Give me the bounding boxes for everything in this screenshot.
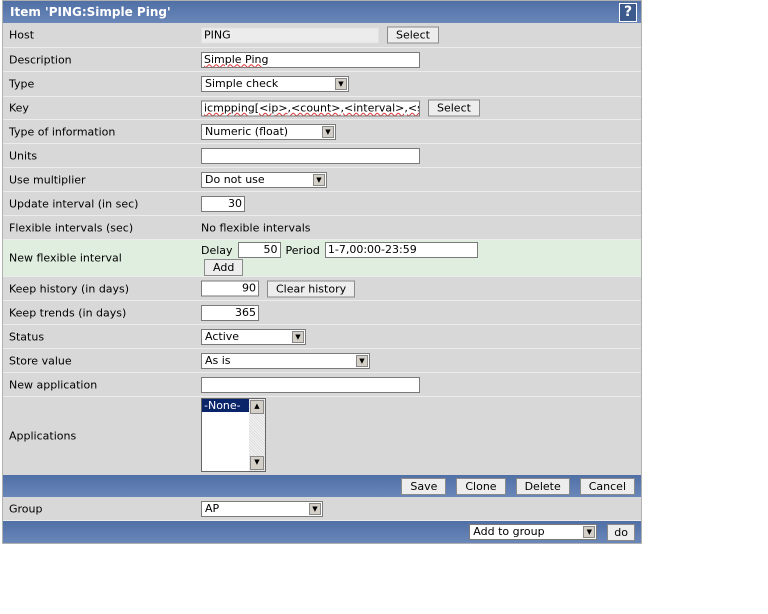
type-of-information-select[interactable]: Numeric (float) ▼ [201, 123, 336, 140]
group-action-select[interactable]: Add to group ▼ [469, 524, 598, 540]
row-key: Key icmpping[<ip>,<count>,<interval>,<si… [3, 97, 641, 120]
status-value: Active [205, 329, 240, 343]
group-label: Group [9, 502, 43, 515]
clear-history-button[interactable]: Clear history [267, 280, 356, 297]
type-label: Type [9, 77, 35, 91]
group-value: AP [205, 501, 220, 515]
clone-button[interactable]: Clone [456, 478, 506, 495]
save-button[interactable]: Save [401, 478, 447, 495]
use-multiplier-select[interactable]: Do not use ▼ [201, 171, 327, 188]
keep-trends-input[interactable]: 365 [201, 304, 259, 321]
delay-input[interactable]: 50 [237, 242, 281, 258]
do-button[interactable]: do [607, 524, 635, 541]
cancel-button[interactable]: Cancel [579, 478, 635, 495]
type-value: Simple check [205, 77, 279, 90]
row-status: Status Active ▼ [3, 325, 641, 349]
chevron-down-icon: ▼ [309, 502, 321, 515]
applications-label: Applications [9, 429, 77, 443]
host-select-button[interactable]: Select [387, 26, 439, 44]
store-value-label: Store value [9, 354, 72, 367]
chevron-down-icon: ▼ [313, 173, 325, 186]
store-value-value: As is [205, 353, 231, 367]
new-application-label: New application [9, 378, 98, 391]
form-header: Item 'PING:Simple Ping' ? [3, 1, 641, 23]
row-host: Host PING Select [3, 23, 641, 48]
type-select[interactable]: Simple check ▼ [201, 76, 349, 92]
chevron-down-icon: ▼ [356, 354, 368, 367]
key-label: Key [9, 101, 29, 115]
row-store-value: Store value As is ▼ [3, 349, 641, 373]
status-select[interactable]: Active ▼ [201, 328, 306, 345]
keep-trends-label: Keep trends (in days) [9, 306, 127, 319]
host-label: Host [9, 28, 35, 42]
delay-label: Delay [201, 243, 233, 257]
group-action-value: Add to group [473, 525, 545, 538]
chevron-down-icon: ▼ [583, 526, 596, 538]
update-interval-label: Update interval (in sec) [9, 197, 139, 210]
period-input[interactable]: 1-7,00:00-23:59 [324, 242, 478, 258]
host-field: PING [201, 27, 379, 43]
key-input[interactable]: icmpping[<ip>,<count>,<interval>,<size>,… [201, 100, 420, 116]
actions-bar: Save Clone Delete Cancel [3, 475, 641, 497]
scrollbar[interactable]: ▲ ▼ [249, 399, 265, 471]
row-new-flexible-interval: New flexible interval Delay 50 Period 1-… [3, 240, 641, 277]
store-value-select[interactable]: As is ▼ [201, 352, 370, 369]
type-of-information-label: Type of information [9, 125, 116, 138]
row-keep-trends: Keep trends (in days) 365 [3, 301, 641, 325]
help-icon[interactable]: ? [619, 3, 637, 22]
keep-history-label: Keep history (in days) [9, 282, 130, 295]
applications-option[interactable]: -None- [202, 399, 250, 412]
use-multiplier-label: Use multiplier [9, 173, 86, 186]
key-select-button[interactable]: Select [428, 99, 480, 117]
add-button[interactable]: Add [204, 259, 244, 276]
row-use-multiplier: Use multiplier Do not use ▼ [3, 168, 641, 192]
type-of-information-value: Numeric (float) [205, 124, 289, 138]
row-applications: Applications -None- ▲ ▼ [3, 397, 641, 475]
description-input[interactable]: Simple Ping [201, 51, 420, 68]
scroll-up-icon[interactable]: ▲ [250, 400, 264, 414]
units-input[interactable] [201, 147, 420, 164]
flexible-intervals-value: No flexible intervals [201, 221, 311, 234]
item-form: Item 'PING:Simple Ping' ? Host PING Sele… [2, 0, 642, 544]
update-interval-input[interactable]: 30 [201, 195, 245, 212]
units-label: Units [9, 149, 38, 162]
keep-history-input[interactable]: 90 [201, 280, 259, 297]
form-title: Item 'PING:Simple Ping' [10, 5, 171, 19]
row-type-of-information: Type of information Numeric (float) ▼ [3, 120, 641, 144]
row-type: Type Simple check ▼ [3, 72, 641, 97]
new-flexible-interval-label: New flexible interval [9, 251, 122, 265]
row-flexible-intervals: Flexible intervals (sec) No flexible int… [3, 216, 641, 240]
use-multiplier-value: Do not use [205, 172, 265, 186]
scroll-down-icon[interactable]: ▼ [250, 456, 264, 470]
chevron-down-icon: ▼ [322, 125, 334, 138]
group-select[interactable]: AP ▼ [201, 500, 323, 517]
row-units: Units [3, 144, 641, 168]
period-label: Period [285, 243, 320, 257]
chevron-down-icon: ▼ [292, 330, 304, 343]
row-keep-history: Keep history (in days) 90 Clear history [3, 277, 641, 301]
new-application-input[interactable] [201, 376, 420, 393]
flexible-intervals-label: Flexible intervals (sec) [9, 221, 134, 234]
applications-listbox[interactable]: -None- ▲ ▼ [201, 398, 266, 472]
group-action-bar: Add to group ▼ do [3, 521, 641, 543]
chevron-down-icon: ▼ [335, 78, 347, 90]
description-label: Description [9, 53, 72, 66]
delete-button[interactable]: Delete [515, 478, 570, 495]
row-group: Group AP ▼ [3, 497, 641, 521]
row-new-application: New application [3, 373, 641, 397]
status-label: Status [9, 330, 45, 343]
row-description: Description Simple Ping [3, 48, 641, 72]
row-update-interval: Update interval (in sec) 30 [3, 192, 641, 216]
